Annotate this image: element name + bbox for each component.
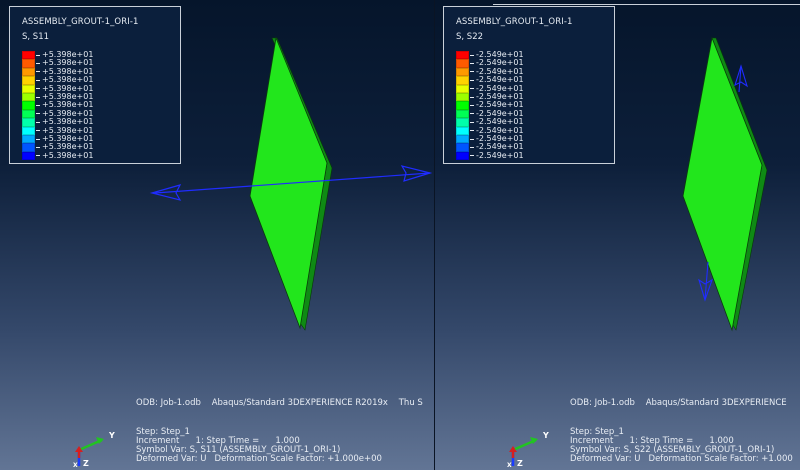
legend-swatch: [456, 92, 469, 102]
deformed-var-line: Deformed Var: U Deformation Scale Factor…: [136, 454, 382, 464]
legend-tick: [36, 130, 40, 132]
triad-z-label: Z: [83, 459, 89, 468]
legend-tick: [470, 146, 474, 148]
legend-entry: -2.549e+01: [456, 150, 524, 161]
legend-swatch: [456, 76, 469, 85]
legend-swatch: [456, 118, 469, 127]
legend-tick: [36, 63, 40, 65]
legend-tick: [36, 113, 40, 115]
legend-swatch: [456, 51, 469, 60]
legend-swatch: [456, 151, 469, 161]
legend-value: +5.398e+01: [42, 150, 94, 160]
legend-swatch: [22, 134, 35, 144]
legend-swatch: [456, 109, 469, 119]
legend-swatch: [22, 101, 35, 110]
legend-variable: S, S11: [22, 32, 50, 42]
legend-color-scale: +5.398e+01 +5.398e+01 +5.398e+01 +5.398e+01…: [22, 50, 94, 161]
plate-front-face: [682, 36, 763, 332]
triad-y-label: Y: [543, 431, 549, 440]
legend-tick: [36, 121, 40, 123]
legend-swatch: [22, 92, 35, 102]
legend-swatch: [22, 151, 35, 161]
legend-swatch: [22, 118, 35, 127]
legend-tick: [36, 138, 40, 140]
legend-tick: [36, 71, 40, 73]
legend-tick: [36, 88, 40, 90]
axis-triad-icon: Y Z X: [504, 428, 554, 470]
legend-tick: [470, 113, 474, 115]
legend-swatch: [456, 59, 469, 68]
legend-tick: [470, 138, 474, 140]
deformed-var-line: Deformed Var: U Deformation Scale Factor…: [570, 454, 793, 464]
legend-tick: [470, 63, 474, 65]
legend-swatch: [22, 143, 35, 152]
legend-variable: S, S22: [456, 32, 484, 42]
legend-title: ASSEMBLY_GROUT-1_ORI-1: [22, 17, 139, 27]
legend-tick: [470, 96, 474, 98]
legend-swatch: [456, 67, 469, 77]
odb-info-line: ODB: Job-1.odb Abaqus/Standard 3DEXPERIE…: [570, 398, 787, 408]
legend-swatch: [22, 109, 35, 119]
legend-swatch: [22, 59, 35, 68]
legend-color-scale: -2.549e+01 -2.549e+01 -2.549e+01 -2.549e+01…: [456, 50, 524, 161]
viewport-left[interactable]: ASSEMBLY_GROUT-1_ORI-1 S, S11 +5.398e+01…: [0, 0, 435, 470]
triad-x-label: X: [507, 462, 512, 469]
legend-tick: [36, 155, 40, 157]
axis-triad-icon: Y Z X: [70, 428, 120, 470]
legend-tick: [36, 79, 40, 81]
legend-s11: ASSEMBLY_GROUT-1_ORI-1 S, S11 +5.398e+01…: [9, 6, 181, 164]
legend-tick: [36, 96, 40, 98]
legend-swatch: [456, 143, 469, 152]
viewport-right[interactable]: ASSEMBLY_GROUT-1_ORI-1 S, S22 -2.549e+01…: [435, 0, 800, 470]
legend-tick: [470, 79, 474, 81]
legend-swatch: [22, 51, 35, 60]
legend-tick: [36, 54, 40, 56]
legend-swatch: [456, 134, 469, 144]
legend-swatch: [22, 126, 35, 135]
legend-value: -2.549e+01: [476, 150, 524, 160]
legend-s22: ASSEMBLY_GROUT-1_ORI-1 S, S22 -2.549e+01…: [443, 6, 615, 164]
legend-tick: [470, 105, 474, 107]
legend-tick: [470, 54, 474, 56]
legend-tick: [470, 130, 474, 132]
triad-x-label: X: [73, 462, 78, 469]
legend-tick: [470, 121, 474, 123]
legend-tick: [470, 71, 474, 73]
legend-swatch: [22, 67, 35, 77]
legend-tick: [470, 155, 474, 157]
triad-y-label: Y: [109, 431, 115, 440]
legend-swatch: [22, 76, 35, 85]
legend-swatch: [456, 101, 469, 110]
odb-info-line: ODB: Job-1.odb Abaqus/Standard 3DEXPERIE…: [136, 398, 423, 408]
legend-tick: [470, 88, 474, 90]
triad-z-label: Z: [517, 459, 523, 468]
legend-title: ASSEMBLY_GROUT-1_ORI-1: [456, 17, 573, 27]
legend-tick: [36, 105, 40, 107]
legend-swatch: [456, 126, 469, 135]
legend-swatch: [22, 84, 35, 93]
legend-entry: +5.398e+01: [22, 150, 94, 161]
legend-swatch: [456, 84, 469, 93]
legend-tick: [36, 146, 40, 148]
